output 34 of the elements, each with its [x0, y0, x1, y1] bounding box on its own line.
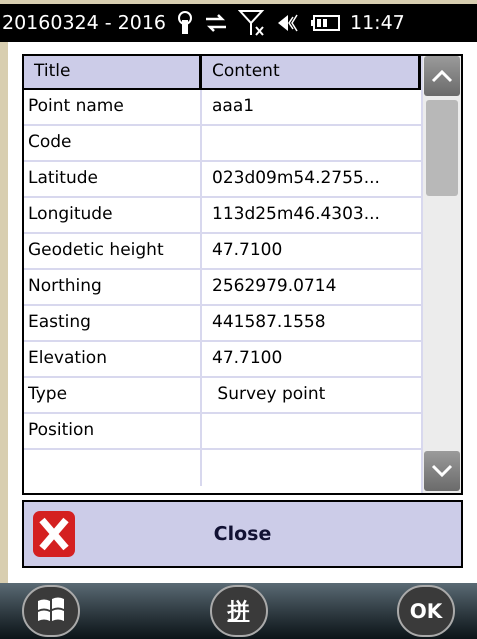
- table-cell: Type: [24, 378, 202, 412]
- battery-icon: [310, 14, 340, 32]
- table-cell: Point name: [24, 90, 202, 124]
- scrollbar[interactable]: [421, 56, 461, 493]
- close-x-icon: [32, 510, 76, 558]
- table-cell: Position: [24, 414, 202, 448]
- speaker-icon: [276, 12, 300, 34]
- close-button[interactable]: Close: [22, 500, 463, 568]
- no-signal-icon: [238, 9, 266, 37]
- table-cell: Geodetic height: [24, 234, 202, 268]
- window-title: 20160324 - 2016: [2, 10, 166, 36]
- ok-button[interactable]: OK: [397, 585, 455, 637]
- clock: 11:47: [350, 10, 405, 36]
- table-cell-text: 113d25m46.4303...: [211, 203, 381, 226]
- table-cell: Longitude: [24, 198, 202, 232]
- table-cell: Easting: [24, 306, 202, 340]
- scroll-up-icon[interactable]: [431, 69, 453, 83]
- table-cell: Northing: [24, 270, 202, 304]
- start-button[interactable]: [22, 585, 80, 637]
- table-cell-text: 2562979.0714: [211, 275, 338, 298]
- table-cell-text: Survey point: [216, 383, 326, 406]
- sync-arrows-icon: [204, 12, 228, 34]
- input-method-button[interactable]: 拼: [210, 585, 268, 637]
- table-cell-text: 441587.1558: [211, 311, 327, 334]
- table-cell: Latitude: [24, 162, 202, 196]
- table-cell: Elevation: [24, 342, 202, 376]
- column-header[interactable]: Title: [24, 56, 202, 88]
- table-cell: Code: [24, 126, 202, 160]
- table-cell-text: aaa1: [211, 95, 256, 118]
- scroll-down-icon[interactable]: [431, 464, 453, 478]
- scroll-thumb[interactable]: [426, 100, 458, 196]
- table-cell-text: 47.7100: [211, 239, 284, 262]
- table-cell-text: 47.7100: [211, 347, 284, 370]
- table-cell-text: 023d09m54.2755...: [211, 167, 381, 190]
